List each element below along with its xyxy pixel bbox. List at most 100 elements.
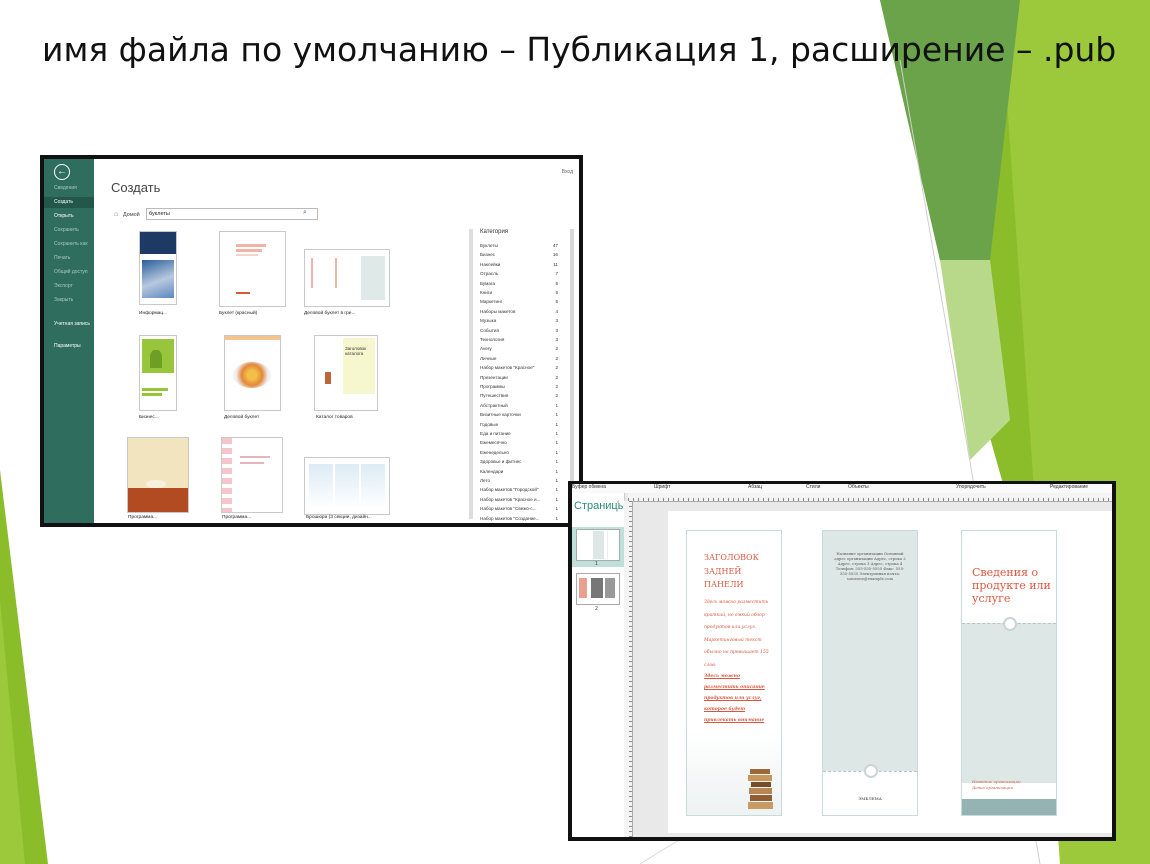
template-thumb-8[interactable]: [221, 437, 283, 513]
category-count: 5: [555, 290, 558, 295]
category-item[interactable]: Календари 1: [480, 469, 560, 478]
backstage-item-save-as[interactable]: Сохранить как: [44, 239, 94, 250]
category-item[interactable]: Еженедельно 1: [480, 450, 560, 459]
category-item[interactable]: Лето 1: [480, 478, 560, 487]
template-thumb-1[interactable]: [139, 231, 177, 305]
category-item[interactable]: Ежемесячно 1: [480, 440, 560, 449]
ribbon-group-styles[interactable]: Стили: [806, 484, 820, 490]
template-thumb-4[interactable]: [139, 335, 177, 411]
template-label-4[interactable]: Бизнес...: [139, 415, 159, 420]
category-count: 16: [552, 252, 558, 258]
category-item[interactable]: Отрасль 7: [480, 271, 560, 280]
template-thumb-3[interactable]: [304, 249, 390, 307]
vertical-ruler[interactable]: [624, 501, 633, 837]
template-label-8[interactable]: Программа...: [222, 515, 251, 520]
backstage-item-account[interactable]: Учетная запись: [44, 321, 90, 337]
front-panel-title[interactable]: Сведения о продукте или услуге: [972, 566, 1052, 605]
page-thumb-1[interactable]: [576, 529, 620, 561]
category-item[interactable]: Наборы макетов 4: [480, 309, 560, 318]
category-item[interactable]: События 3: [480, 328, 560, 337]
category-item[interactable]: Бумага 5: [480, 281, 560, 290]
brochure-panel-middle[interactable]: Название организации Основной адрес орга…: [822, 530, 918, 816]
collapse-pane-icon[interactable]: ‹: [617, 499, 619, 506]
category-count: 2: [555, 393, 558, 399]
category-item[interactable]: Программы 2: [480, 384, 560, 393]
template-thumb-9[interactable]: [304, 457, 390, 515]
category-item[interactable]: Годовые 1: [480, 422, 560, 431]
ribbon-group-font[interactable]: Шрифт: [654, 484, 670, 490]
category-item[interactable]: Набор макетов "Красное и... 1: [480, 497, 560, 506]
template-label-2[interactable]: Буклет (красный): [219, 311, 257, 316]
ribbon-group-editing[interactable]: Редактирование: [1050, 484, 1088, 490]
category-item[interactable]: Технология 3: [480, 337, 560, 346]
backstage-item-info[interactable]: Сведения: [44, 183, 94, 194]
template-thumb-5[interactable]: [224, 335, 281, 411]
templates-scrollbar[interactable]: [570, 229, 574, 519]
category-item[interactable]: Путешествия 2: [480, 393, 560, 402]
category-item[interactable]: Еда и питание 1: [480, 431, 560, 440]
backstage-item-close[interactable]: Закрыть: [44, 295, 94, 306]
category-item[interactable]: Набор макетов "Свежо-с... 1: [480, 506, 560, 515]
template-label-5[interactable]: Деловой буклет: [224, 415, 259, 420]
backstage-item-new[interactable]: Создать: [44, 197, 94, 208]
category-count: 2: [555, 365, 558, 371]
category-scrollbar[interactable]: [469, 229, 473, 519]
organization-contact-info[interactable]: Название организации Основной адрес орга…: [833, 551, 907, 581]
page-thumb-2[interactable]: [576, 573, 620, 605]
category-item[interactable]: Маркетинг 5: [480, 299, 560, 308]
brochure-page[interactable]: ЗАГОЛОВОК ЗАДНЕЙ ПАНЕЛИ Здесь можно разм…: [668, 511, 1112, 833]
template-label-6[interactable]: Каталог товаров: [316, 415, 353, 420]
template-label-7[interactable]: Программа...: [128, 515, 157, 520]
template-thumb-7[interactable]: [127, 437, 189, 513]
category-item[interactable]: Набор макетов "Красное" 2: [480, 365, 560, 374]
template-thumb-6[interactable]: Заголовок каталога: [314, 335, 378, 411]
backstage-item-open[interactable]: Открыть: [44, 211, 94, 222]
brochure-panel-back[interactable]: ЗАГОЛОВОК ЗАДНЕЙ ПАНЕЛИ Здесь можно разм…: [686, 530, 782, 816]
category-item[interactable]: Буклеты 47: [480, 243, 560, 252]
back-panel-body-2[interactable]: Здесь можно разместить описание продукто…: [704, 671, 772, 726]
category-item[interactable]: Книги 5: [480, 290, 560, 299]
backstage-item-print[interactable]: Печать: [44, 253, 94, 264]
ribbon-group-clipboard[interactable]: Буфер обмена: [572, 484, 606, 490]
backstage-item-export[interactable]: Экспорт: [44, 281, 94, 292]
category-name: События: [480, 327, 499, 333]
home-icon[interactable]: ⌂: [114, 211, 118, 218]
backstage-item-save[interactable]: Сохранить: [44, 225, 94, 236]
template-label-1[interactable]: Информац...: [139, 311, 167, 316]
template-label-9[interactable]: Брошюра (3 секции, дизайн...: [306, 515, 372, 520]
sign-in-link[interactable]: Вход: [562, 169, 573, 175]
publisher-new-screenshot: ← Сведения Создать Открыть Сохранить Сох…: [40, 155, 583, 527]
category-item[interactable]: Здоровье и фитнес 1: [480, 459, 560, 468]
back-panel-body[interactable]: Здесь можно разместить краткий, но емкий…: [704, 597, 772, 672]
backstage-item-options[interactable]: Параметры: [44, 341, 94, 352]
front-panel-org-info[interactable]: Название организации Девиз организации: [972, 779, 1021, 791]
ribbon-group-objects[interactable]: Объекты: [848, 484, 869, 490]
ribbon-group-paragraph[interactable]: Абзац: [748, 484, 762, 490]
category-name: Программы: [480, 384, 505, 389]
category-item[interactable]: Наклейки 11: [480, 262, 560, 271]
category-panel: Категория Буклеты 47 Бизнес 16 Наклейки 11 Отр…: [469, 229, 561, 521]
brochure-panel-front[interactable]: Сведения о продукте или услуге Название …: [961, 530, 1057, 816]
category-item[interactable]: Музыка 3: [480, 318, 560, 327]
template-thumb-2[interactable]: [219, 231, 286, 307]
category-item[interactable]: Абстрактный 1: [480, 403, 560, 412]
template-label-3[interactable]: Деловой буклет в гре...: [304, 311, 355, 316]
category-item[interactable]: Набор макетов "Создание... 1: [480, 516, 560, 523]
ribbon-group-arrange[interactable]: Упорядочить: [956, 484, 986, 490]
back-panel-heading[interactable]: ЗАГОЛОВОК ЗАДНЕЙ ПАНЕЛИ: [704, 551, 774, 592]
books-stack-image[interactable]: [747, 767, 775, 813]
category-item[interactable]: Визитные карточки 1: [480, 412, 560, 421]
home-link[interactable]: Домой: [123, 212, 140, 218]
category-item[interactable]: Avery 2: [480, 346, 560, 355]
back-arrow-icon[interactable]: ←: [54, 164, 70, 180]
category-item[interactable]: Набор макетов "Городской" 1: [480, 487, 560, 496]
category-item[interactable]: Презентации 2: [480, 375, 560, 384]
category-item[interactable]: Бизнес 16: [480, 252, 560, 261]
logo-placeholder[interactable]: ЭМБЛЕМА: [823, 796, 917, 801]
search-icon[interactable]: ⌕: [303, 209, 307, 217]
category-count: 1: [555, 459, 558, 465]
template-search-input[interactable]: буклеты: [146, 208, 318, 220]
category-item[interactable]: Личные 2: [480, 356, 560, 365]
horizontal-ruler[interactable]: [628, 493, 1112, 502]
backstage-item-share[interactable]: Общий доступ: [44, 267, 94, 278]
